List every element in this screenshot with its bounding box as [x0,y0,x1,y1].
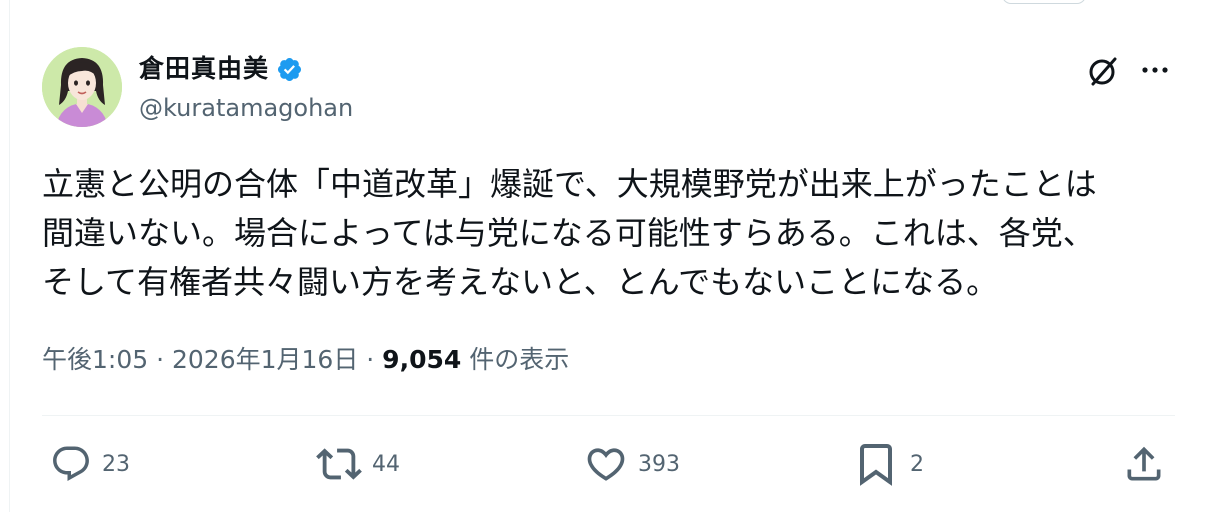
repost-icon [316,448,362,480]
tweet-time[interactable]: 午後1:05 [42,345,148,374]
bookmark-count: 2 [910,451,924,477]
reply-icon [53,446,89,481]
like-count: 393 [638,451,680,477]
tweet-text: 立憲と公明の合体「中道改革」爆誕で、大規模野党が出来上がったことは 間違いない。… [42,165,1097,301]
repost-count: 44 [372,451,400,477]
author-display-name[interactable]: 倉田真由美 [139,52,269,86]
avatar-illustration [42,47,122,127]
tweet-meta: 午後1:05 · 2026年1月16日 · 9,054 件の表示 [42,338,569,382]
views-label[interactable]: 件の表示 [461,345,569,374]
like-button[interactable]: 393 [584,441,680,487]
timeline-border [9,0,10,512]
bookmark-icon [860,444,892,486]
share-icon [1127,446,1161,481]
meta-separator: · [148,345,172,374]
more-icon[interactable] [1138,55,1174,85]
author-name-row: 倉田真由美 [139,52,303,86]
partial-button-edge [1002,0,1086,4]
heart-icon [587,448,625,481]
reply-button[interactable]: 23 [50,441,130,487]
tweet-date[interactable]: 2026年1月16日 [172,345,358,374]
reply-count: 23 [102,451,130,477]
verified-badge-icon[interactable] [276,56,303,83]
divider [42,415,1175,416]
grok-icon[interactable] [1085,53,1121,89]
bookmark-button[interactable]: 2 [852,441,924,487]
views-count[interactable]: 9,054 [382,345,461,374]
share-button[interactable] [1122,441,1166,487]
repost-button[interactable]: 44 [316,441,400,487]
avatar[interactable] [42,47,122,127]
meta-separator: · [358,345,383,374]
action-bar: 23 44 393 2 [42,441,1177,487]
author-handle[interactable]: @kuratamagohan [139,91,353,125]
